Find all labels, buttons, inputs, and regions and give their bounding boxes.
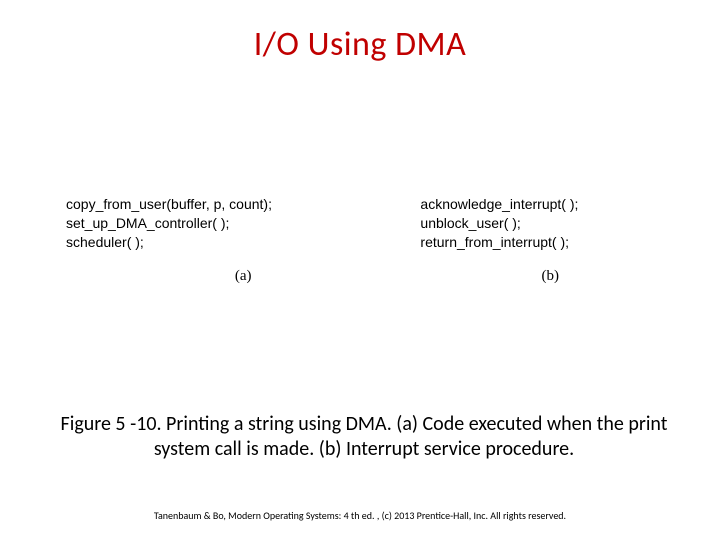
code-line: set_up_DMA_controller( ); — [66, 214, 420, 233]
column-label-a: (a) — [66, 266, 420, 286]
slide: I/O Using DMA copy_from_user(buffer, p, … — [0, 0, 720, 540]
code-column-a: copy_from_user(buffer, p, count); set_up… — [66, 195, 420, 286]
figure-caption: Figure 5 -10. Printing a string using DM… — [44, 412, 684, 462]
code-line: scheduler( ); — [66, 233, 420, 252]
code-line: return_from_interrupt( ); — [420, 233, 680, 252]
code-line: acknowledge_interrupt( ); — [420, 195, 680, 214]
slide-title: I/O Using DMA — [0, 24, 720, 65]
column-label-b: (b) — [420, 266, 680, 286]
code-line: copy_from_user(buffer, p, count); — [66, 195, 420, 214]
code-column-b: acknowledge_interrupt( ); unblock_user( … — [420, 195, 680, 286]
footer-credit: Tanenbaum & Bo, Modern Operating Systems… — [0, 509, 720, 522]
code-area: copy_from_user(buffer, p, count); set_up… — [66, 195, 680, 286]
code-line: unblock_user( ); — [420, 214, 680, 233]
